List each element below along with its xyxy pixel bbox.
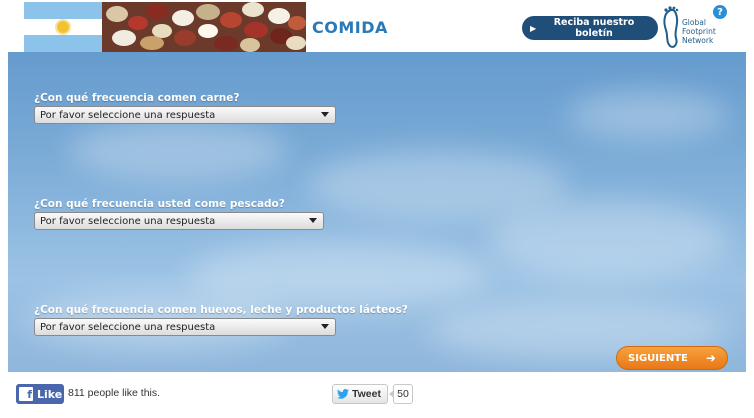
next-button[interactable]: SIGUIENTE ➜: [616, 346, 728, 370]
facebook-like-count: 811 people like this.: [68, 387, 161, 399]
quiz-stage: COMIDA ▶ Reciba nuestro boletín Global F…: [8, 0, 746, 372]
org-name-line: Network: [682, 36, 714, 45]
arrow-right-icon: ➜: [705, 351, 716, 365]
question-label-fish: ¿Con qué frecuencia usted come pescado?: [34, 198, 285, 210]
newsletter-button[interactable]: ▶ Reciba nuestro boletín: [522, 16, 658, 40]
sun-icon: [57, 20, 69, 33]
argentina-flag-image: [24, 2, 102, 52]
dropdown-caret-icon: [321, 112, 329, 117]
facebook-icon: f: [19, 387, 33, 401]
social-footer: f Like 811 people like this. Tweet 50: [0, 372, 754, 418]
tweet-count: 50: [389, 384, 413, 404]
newsletter-label: Reciba nuestro boletín: [553, 17, 635, 39]
dropdown-caret-icon: [321, 324, 329, 329]
select-value: Por favor seleccione una respuesta: [40, 215, 216, 227]
question-label-meat: ¿Con qué frecuencia comen carne?: [34, 92, 240, 104]
help-icon[interactable]: ?: [712, 4, 728, 20]
org-name-line: Global: [682, 18, 706, 27]
tweet-label: Tweet: [352, 388, 381, 400]
dropdown-caret-icon: [309, 218, 317, 223]
facebook-like-button[interactable]: f Like: [16, 384, 64, 404]
fish-frequency-select[interactable]: Por favor seleccione una respuesta: [34, 212, 324, 230]
org-name-line: Footprint: [682, 27, 716, 36]
dairy-frequency-select[interactable]: Por favor seleccione una respuesta: [34, 318, 336, 336]
global-footprint-network-logo[interactable]: Global Footprint Network: [660, 4, 720, 50]
select-value: Por favor seleccione una respuesta: [40, 109, 216, 121]
footprint-logo-icon: [663, 6, 679, 48]
beans-photo: [102, 2, 306, 52]
next-label: SIGUIENTE: [628, 352, 688, 364]
org-name: Global Footprint Network: [682, 18, 716, 45]
play-arrow-icon: ▶: [530, 23, 537, 33]
tweet-button[interactable]: Tweet: [332, 384, 388, 404]
select-value: Por favor seleccione una respuesta: [40, 321, 216, 333]
section-title: COMIDA: [312, 18, 388, 37]
twitter-bird-icon: [337, 389, 349, 399]
question-label-dairy: ¿Con qué frecuencia comen huevos, leche …: [34, 304, 408, 316]
header-bar: COMIDA ▶ Reciba nuestro boletín Global F…: [8, 0, 746, 52]
meat-frequency-select[interactable]: Por favor seleccione una respuesta: [34, 106, 336, 124]
like-label: Like: [37, 387, 63, 401]
